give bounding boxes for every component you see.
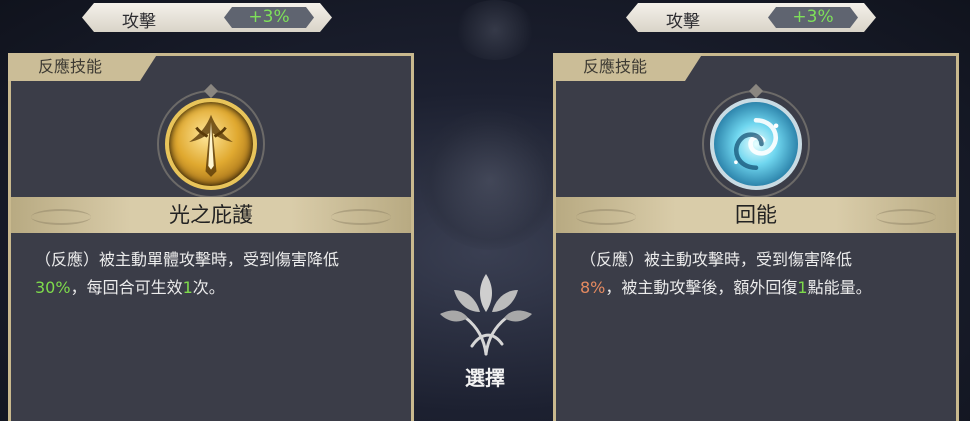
- skill-type-tag: 反應技能: [8, 53, 158, 81]
- golden-shield-leaf-icon: [165, 98, 257, 190]
- desc-text: 次。: [192, 278, 225, 297]
- skill-name-banner: 回能: [556, 197, 956, 233]
- skill-card-right[interactable]: 反應技能 回能 （反應）被主動攻擊時，受到傷害降低 8%，被主動攻擊後，額外回復1…: [553, 53, 959, 421]
- background-orb: [420, 110, 560, 250]
- right-stat-pill: 攻擊 +3%: [626, 3, 876, 32]
- banner-ornament: [331, 209, 391, 225]
- skill-card-left[interactable]: 反應技能 光之庇護 （反應）被主動單體攻擊時，受到傷害降低 30%，每回合可生效1…: [8, 53, 414, 421]
- skill-name: 光之庇護: [169, 203, 253, 227]
- skill-name-banner: 光之庇護: [11, 197, 411, 233]
- stat-value: +3%: [768, 7, 858, 28]
- skill-name: 回能: [735, 203, 777, 227]
- desc-text: 點能量。: [807, 278, 872, 297]
- stat-value: +3%: [224, 7, 314, 28]
- desc-highlight: 1: [182, 278, 193, 297]
- select-button[interactable]: 選擇: [450, 362, 520, 391]
- desc-highlight: 30%: [35, 278, 71, 297]
- desc-text: ，被主動攻擊後，額外回復: [605, 278, 798, 297]
- desc-text: ，每回合可生效: [70, 278, 183, 297]
- desc-highlight: 8%: [580, 278, 606, 297]
- leaf-branch-icon[interactable]: [436, 268, 536, 358]
- stat-name: 攻擊: [122, 12, 156, 32]
- desc-text: （反應）被主動單體攻擊時，受到傷害降低: [35, 250, 340, 269]
- blue-swirl-icon: [710, 98, 802, 190]
- skill-type-tag: 反應技能: [553, 53, 703, 81]
- desc-highlight: 1: [797, 278, 808, 297]
- banner-ornament: [31, 209, 91, 225]
- background-orb: [455, 0, 535, 60]
- stat-name: 攻擊: [666, 12, 700, 32]
- banner-ornament: [876, 209, 936, 225]
- left-stat-pill: 攻擊 +3%: [82, 3, 332, 32]
- skill-description: （反應）被主動攻擊時，受到傷害降低 8%，被主動攻擊後，額外回復1點能量。: [580, 246, 938, 302]
- banner-ornament: [576, 209, 636, 225]
- desc-text: （反應）被主動攻擊時，受到傷害降低: [580, 250, 853, 269]
- skill-description: （反應）被主動單體攻擊時，受到傷害降低 30%，每回合可生效1次。: [35, 246, 393, 302]
